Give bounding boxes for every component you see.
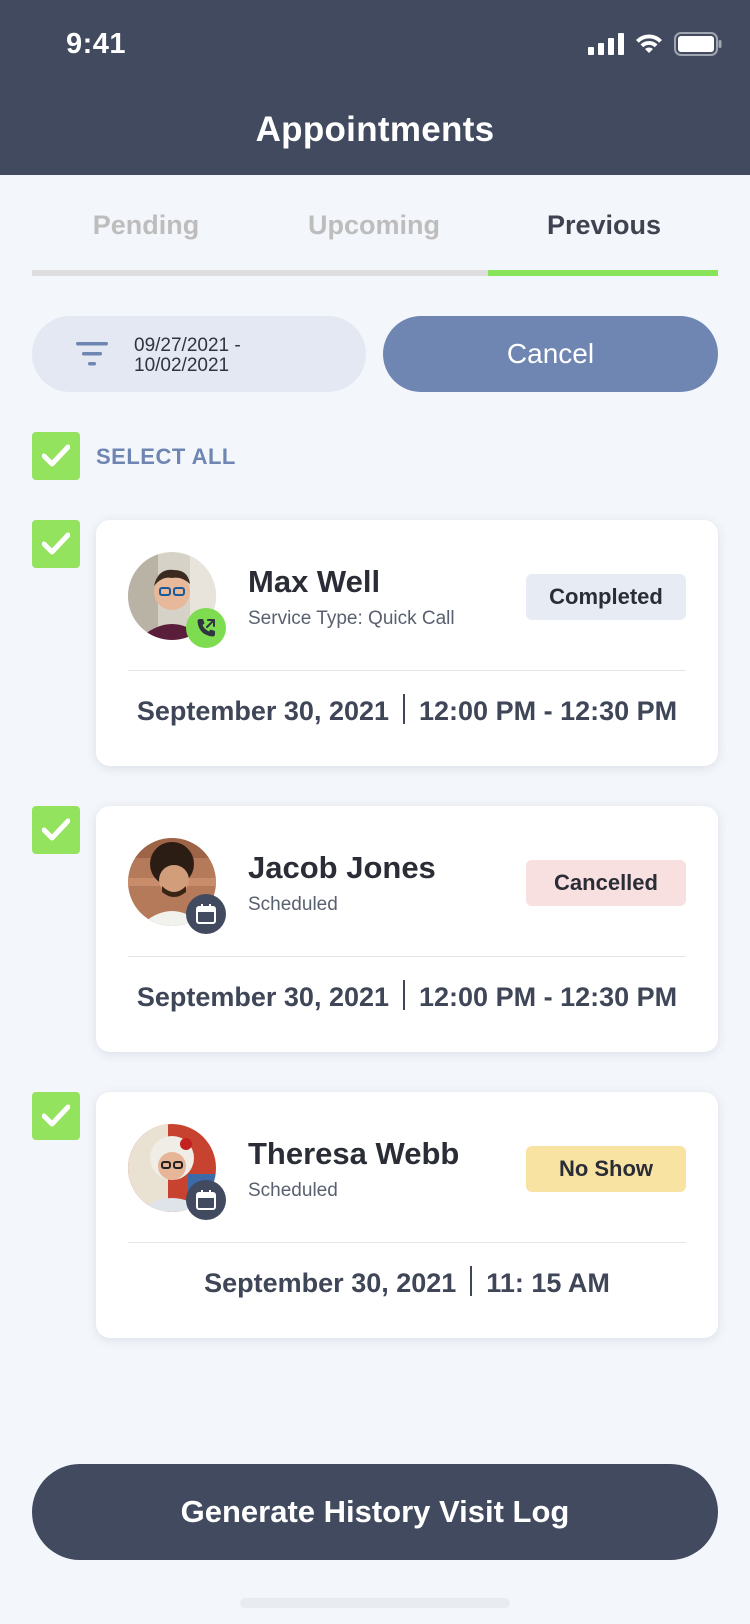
appointment-type: Scheduled [248,1180,338,1201]
date-filter-button[interactable]: 09/27/2021 - 10/02/2021 [32,316,366,392]
appointment-datetime: September 30, 2021 12:00 PM - 12:30 PM [96,980,718,1013]
battery-icon [674,32,722,56]
patient-name: Theresa Webb [248,1136,460,1171]
status-badge: Cancelled [526,860,686,906]
service-type: Service Type: Quick Call [248,608,455,629]
select-all-label: SELECT ALL [96,444,236,469]
filter-icon [76,342,108,366]
patient-name: Max Well [248,564,381,599]
tab-pending[interactable]: Pending [32,210,260,241]
checkmark-icon [42,1104,70,1127]
divider [128,670,686,671]
appointment-time: 11: 15 AM [486,1268,610,1298]
select-all-checkbox[interactable] [32,432,80,480]
appointment-date: September 30, 2021 [204,1268,457,1298]
appointment-datetime: September 30, 2021 12:00 PM - 12:30 PM [96,694,718,727]
cancel-button[interactable]: Cancel [383,316,718,392]
divider [128,956,686,957]
status-badge: No Show [526,1146,686,1192]
appointment-type: Scheduled [248,894,338,915]
divider [128,1242,686,1243]
status-badge: Completed [526,574,686,620]
wifi-icon [636,34,662,53]
calendar-icon [186,1180,226,1220]
date-range-start: 09/27/2021 - [134,335,241,356]
tab-active-indicator [488,270,718,276]
signal-icon [588,33,624,55]
calendar-icon [186,894,226,934]
home-indicator [240,1598,510,1608]
date-range-end: 10/02/2021 [134,355,230,376]
patient-name: Jacob Jones [248,850,436,885]
app-header: 9:41 Appointments [0,0,750,175]
appointment-time: 12:00 PM - 12:30 PM [419,696,678,726]
appointment-datetime: September 30, 2021 11: 15 AM [96,1266,718,1299]
separator [470,1266,473,1296]
appointment-card[interactable]: Jacob Jones Scheduled Cancelled Septembe… [96,806,718,1052]
date-range-text: 09/27/2021 - 10/02/2021 [134,336,334,376]
appointment-checkbox[interactable] [32,520,80,568]
appointment-time: 12:00 PM - 12:30 PM [419,982,678,1012]
appointment-date: September 30, 2021 [136,982,390,1012]
appointment-card[interactable]: Theresa Webb Scheduled No Show September… [96,1092,718,1338]
appointment-card[interactable]: Max Well Service Type: Quick Call Comple… [96,520,718,766]
appointment-date: September 30, 2021 [136,696,390,726]
tab-upcoming[interactable]: Upcoming [260,210,488,241]
segment-tabs: Pending Upcoming Previous [32,200,718,276]
appointment-checkbox[interactable] [32,1092,80,1140]
tab-previous[interactable]: Previous [490,210,718,241]
phone-icon [186,608,226,648]
separator [403,694,406,724]
checkmark-icon [42,818,70,841]
appointment-checkbox[interactable] [32,806,80,854]
page-title: Appointments [255,110,495,149]
checkmark-icon [42,444,70,467]
status-icons [588,32,722,56]
status-time: 9:41 [66,28,127,60]
separator [403,980,406,1010]
generate-history-visit-log-button[interactable]: Generate History Visit Log [32,1464,718,1560]
checkmark-icon [42,532,70,555]
